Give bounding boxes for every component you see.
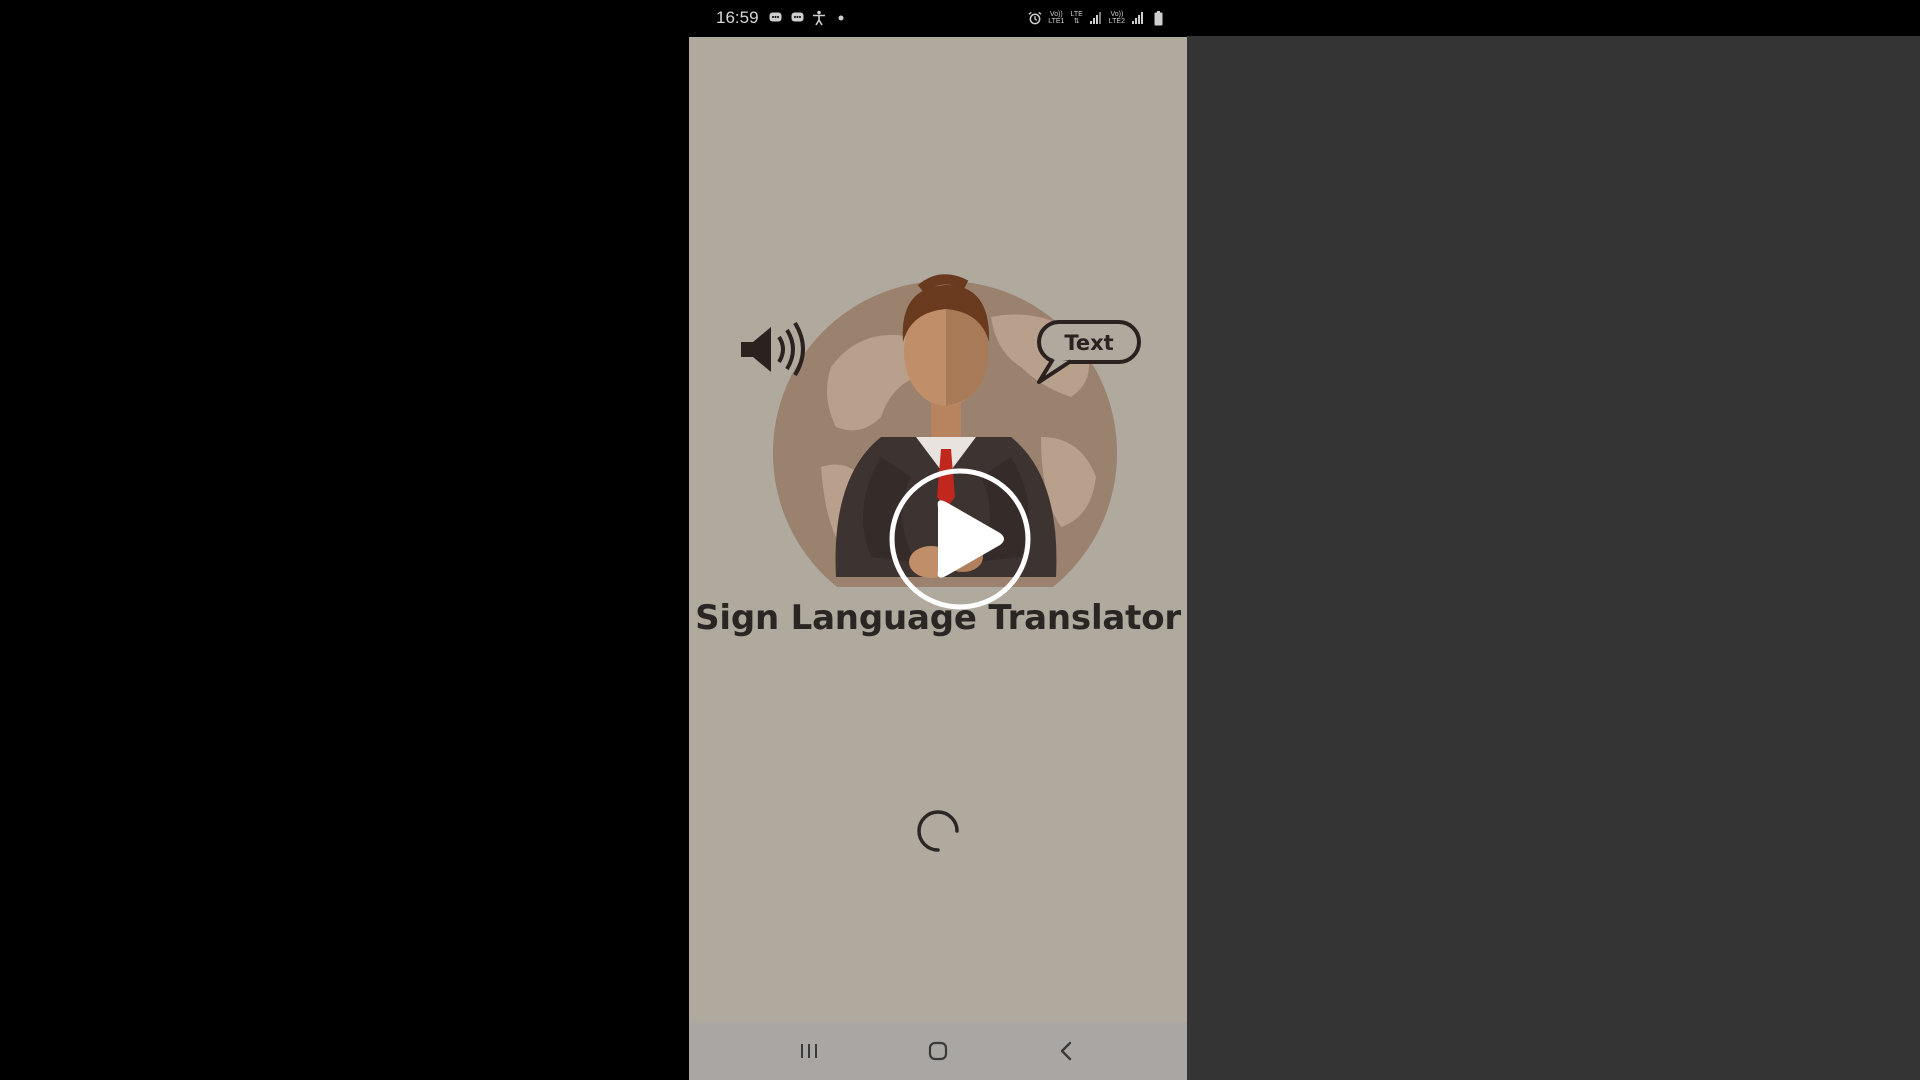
- chat-bubble-icon: [790, 11, 804, 25]
- volte-lte1-icon: Vo)) LTE1: [1048, 11, 1064, 25]
- screen: 16:59 Vo)) LTE1 LTE ⇅ Vo)) LTE2 Text Sig…: [0, 0, 1920, 1080]
- volte2-top-label: Vo)): [1110, 11, 1124, 18]
- battery-icon: [1151, 10, 1165, 25]
- left-black-area: [0, 0, 689, 1080]
- recent-apps-icon: [801, 1044, 817, 1058]
- speaker-icon: [741, 321, 805, 377]
- signal-icon: [1089, 11, 1103, 25]
- home-icon: [928, 1041, 948, 1061]
- speech-bubble-text: Text: [1064, 331, 1113, 355]
- back-button[interactable]: [1047, 1036, 1087, 1066]
- lte-label: LTE: [1070, 11, 1083, 18]
- navigation-bar: [689, 1022, 1187, 1080]
- volte1-bottom-label: LTE1: [1048, 18, 1065, 25]
- lte-arrows: ⇅: [1073, 18, 1080, 25]
- app-title: Sign Language Translator: [695, 598, 1181, 638]
- home-button[interactable]: [918, 1036, 958, 1066]
- lte-icon: LTE ⇅: [1070, 11, 1082, 25]
- volte1-top-label: Vo)): [1049, 11, 1063, 18]
- recent-apps-button[interactable]: [789, 1036, 829, 1066]
- accessibility-icon: [812, 10, 826, 26]
- status-right-icons: Vo)) LTE1 LTE ⇅ Vo)) LTE2: [1028, 9, 1165, 27]
- signal-icon: [1131, 11, 1145, 25]
- loading-spinner-icon: [917, 810, 959, 852]
- right-top-strip: [1187, 0, 1920, 36]
- status-bar: 16:59 Vo)) LTE1 LTE ⇅ Vo)) LTE2: [689, 0, 1187, 37]
- right-dark-area: [1187, 0, 1920, 1080]
- chat-bubble-icon: [768, 11, 782, 25]
- status-time: 16:59: [716, 8, 759, 27]
- app-splash-screen: Text Sign Language Translator: [689, 37, 1187, 1022]
- dot-icon: [834, 11, 848, 25]
- back-icon: [1060, 1041, 1072, 1061]
- volte-lte2-icon: Vo)) LTE2: [1109, 11, 1125, 25]
- status-left-icons: [768, 10, 848, 26]
- play-button[interactable]: [888, 467, 1032, 611]
- alarm-icon: [1028, 11, 1042, 25]
- volte2-bottom-label: LTE2: [1108, 18, 1125, 25]
